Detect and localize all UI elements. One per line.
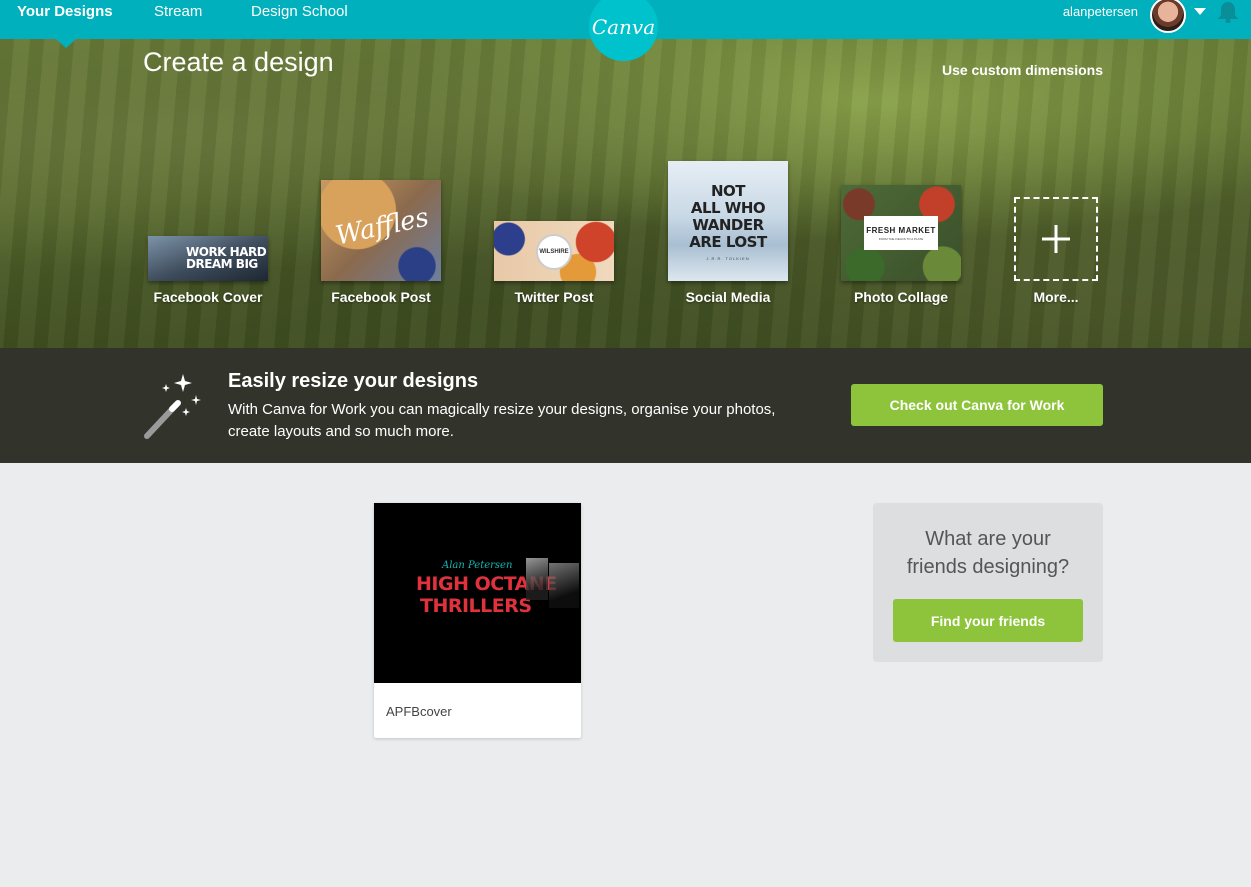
template-label: Facebook Post bbox=[331, 289, 431, 305]
template-label: Twitter Post bbox=[514, 289, 594, 305]
friends-question: What are your friends designing? bbox=[906, 528, 1070, 578]
template-thumbnail: FRESH MARKET FROM THE FIELDS TO A PLATE bbox=[841, 185, 961, 281]
book-cover-image bbox=[549, 563, 579, 608]
tab-design-school[interactable]: Design School bbox=[251, 3, 348, 20]
tab-stream[interactable]: Stream bbox=[154, 3, 202, 20]
thumbnail-subtext: FROM THE FIELDS TO A PLATE bbox=[878, 236, 924, 241]
design-name: APFBcover bbox=[386, 704, 452, 719]
tab-your-designs[interactable]: Your Designs bbox=[17, 3, 113, 20]
bell-icon[interactable] bbox=[1215, 1, 1241, 23]
thumbnail-subtext: J.R.R. TOLKIEN bbox=[706, 256, 750, 261]
thumbnail-text: FRESH MARKET bbox=[866, 225, 936, 235]
find-friends-button[interactable]: Find your friends bbox=[893, 599, 1083, 642]
thumbnail-text: NOT ALL WHO WANDER ARE LOST bbox=[689, 182, 767, 251]
custom-dimensions-link[interactable]: Use custom dimensions bbox=[942, 62, 1103, 78]
magic-wand-icon bbox=[144, 374, 201, 439]
template-label: Facebook Cover bbox=[153, 289, 263, 305]
page-title: Create a design bbox=[143, 47, 334, 77]
template-thumbnail: WILSHIRE bbox=[494, 221, 614, 281]
thumbnail-author: Alan Petersen bbox=[442, 560, 513, 571]
badge: WILSHIRE bbox=[536, 234, 572, 270]
design-thumbnail: Alan Petersen HIGH OCTANE THRILLERS bbox=[374, 503, 581, 683]
thumbnail-label-card: FRESH MARKET FROM THE FIELDS TO A PLATE bbox=[864, 216, 938, 250]
template-thumbnail: Waffles bbox=[321, 180, 441, 281]
username[interactable]: alanpetersen bbox=[1063, 4, 1138, 19]
design-card[interactable]: Alan Petersen HIGH OCTANE THRILLERS APFB… bbox=[374, 503, 581, 738]
thumbnail-text: WILSHIRE bbox=[539, 249, 569, 255]
thumbnail-text: Waffles bbox=[332, 202, 432, 252]
template-label: More... bbox=[1033, 289, 1079, 305]
template-thumbnail: NOT ALL WHO WANDER ARE LOST J.R.R. TOLKI… bbox=[668, 161, 788, 281]
template-label: Photo Collage bbox=[853, 289, 949, 305]
thumbnail-line2: THRILLERS bbox=[420, 595, 532, 617]
chevron-down-icon[interactable] bbox=[1194, 8, 1206, 15]
template-thumbnail: WORK HARD DREAM BIG bbox=[148, 236, 268, 281]
banner-title: Easily resize your designs bbox=[228, 370, 479, 392]
friends-panel: What are your friends designing? Find yo… bbox=[873, 503, 1103, 662]
active-tab-indicator bbox=[56, 39, 76, 48]
plus-icon bbox=[1014, 197, 1098, 281]
thumbnail-text: WORK HARD DREAM BIG bbox=[186, 245, 267, 271]
canva-for-work-button[interactable]: Check out Canva for Work bbox=[851, 384, 1103, 426]
banner-description: With Canva for Work you can magically re… bbox=[228, 401, 776, 440]
logo-text: Canva bbox=[591, 14, 656, 39]
avatar[interactable] bbox=[1150, 0, 1186, 33]
book-cover-image bbox=[526, 558, 548, 600]
template-label: Social Media bbox=[685, 289, 771, 305]
